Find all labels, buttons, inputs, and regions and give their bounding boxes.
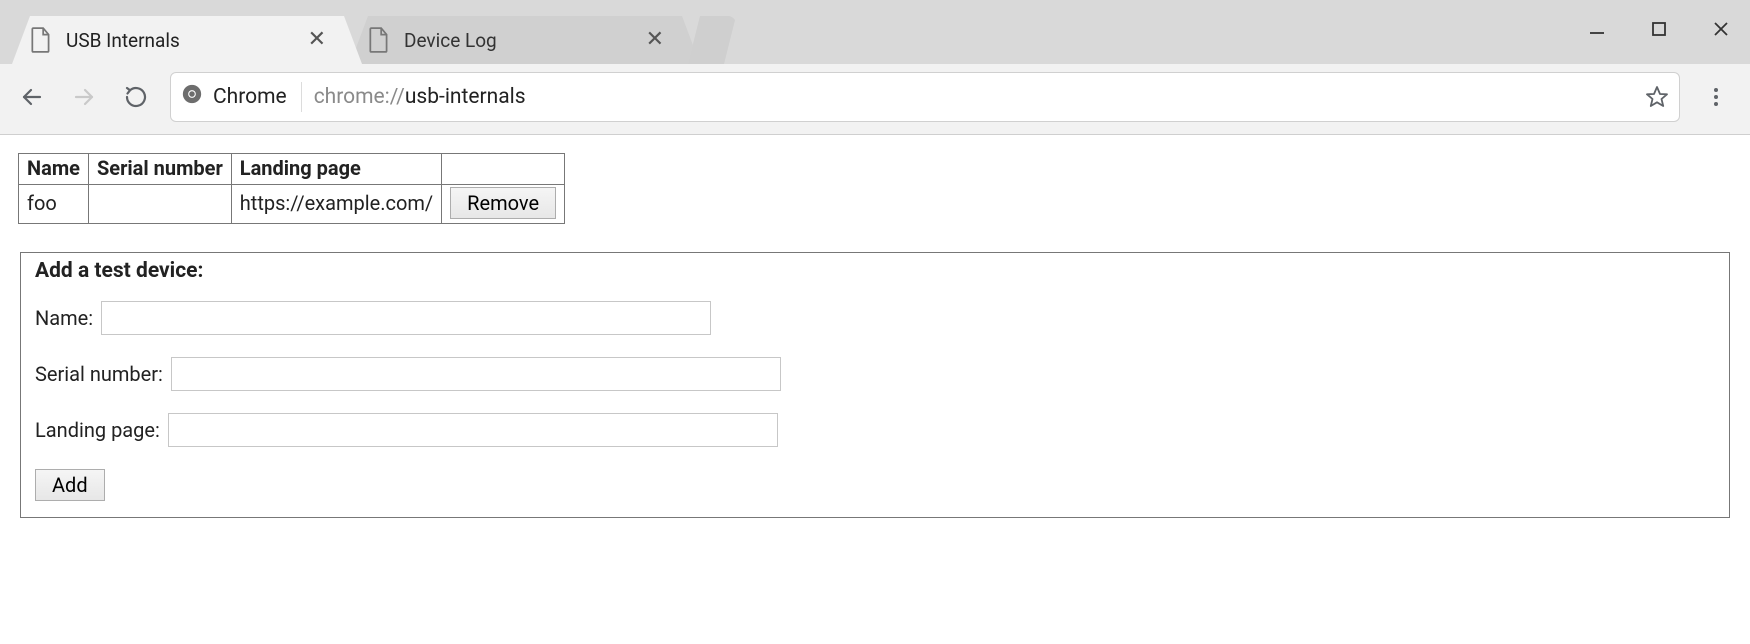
page-content: Name Serial number Landing page foo http… — [0, 135, 1750, 536]
toolbar: Chrome chrome://usb-internals — [0, 64, 1750, 135]
tab-title: USB Internals — [66, 29, 292, 52]
omnibox-url-path: usb-internals — [405, 85, 526, 109]
omnibox-url-scheme: chrome:// — [314, 85, 405, 109]
tab-close-icon[interactable]: ✕ — [308, 29, 326, 51]
field-row-name: Name: — [35, 301, 1715, 335]
cell-name: foo — [19, 185, 89, 224]
table-row: foo https://example.com/ Remove — [19, 185, 565, 224]
window-maximize-button[interactable] — [1632, 8, 1686, 50]
cell-serial — [88, 185, 231, 224]
tab-usb-internals[interactable]: USB Internals ✕ — [12, 16, 362, 64]
back-button[interactable] — [14, 79, 50, 115]
window-controls — [1570, 8, 1748, 50]
serial-input[interactable] — [171, 357, 781, 391]
devices-table: Name Serial number Landing page foo http… — [18, 153, 565, 224]
page-icon — [368, 27, 390, 53]
name-input[interactable] — [101, 301, 711, 335]
chrome-logo-icon — [181, 83, 203, 111]
cell-landing: https://example.com/ — [231, 185, 441, 224]
page-icon — [30, 27, 52, 53]
table-header-row: Name Serial number Landing page — [19, 154, 565, 185]
field-row-serial: Serial number: — [35, 357, 1715, 391]
add-test-device-box: Add a test device: Name: Serial number: … — [20, 252, 1730, 518]
browser-menu-button[interactable] — [1696, 85, 1736, 109]
cell-actions: Remove — [442, 185, 565, 224]
reload-button[interactable] — [118, 79, 154, 115]
tab-title: Device Log — [404, 29, 630, 52]
col-actions — [442, 154, 565, 185]
col-name: Name — [19, 154, 89, 185]
forward-button[interactable] — [66, 79, 102, 115]
landing-input[interactable] — [168, 413, 778, 447]
omnibox-chip-label: Chrome — [213, 85, 287, 109]
window-minimize-button[interactable] — [1570, 8, 1624, 50]
omnibox-chip: Chrome — [181, 82, 302, 112]
browser-chrome: USB Internals ✕ Device Log ✕ — [0, 0, 1750, 135]
bookmark-star-icon[interactable] — [1645, 85, 1669, 109]
field-row-landing: Landing page: — [35, 413, 1715, 447]
tab-close-icon[interactable]: ✕ — [646, 29, 664, 51]
add-button[interactable]: Add — [35, 469, 105, 501]
col-landing: Landing page — [231, 154, 441, 185]
new-tab-button[interactable] — [688, 16, 736, 64]
landing-label: Landing page: — [35, 418, 160, 442]
remove-button[interactable]: Remove — [450, 187, 556, 219]
name-label: Name: — [35, 306, 93, 330]
window-close-button[interactable] — [1694, 8, 1748, 50]
tab-device-log[interactable]: Device Log ✕ — [350, 16, 700, 64]
omnibox[interactable]: Chrome chrome://usb-internals — [170, 72, 1680, 122]
tab-strip: USB Internals ✕ Device Log ✕ — [0, 0, 1750, 64]
col-serial: Serial number — [88, 154, 231, 185]
omnibox-url: chrome://usb-internals — [314, 85, 526, 109]
serial-label: Serial number: — [35, 362, 163, 386]
add-box-legend: Add a test device: — [35, 259, 1715, 283]
